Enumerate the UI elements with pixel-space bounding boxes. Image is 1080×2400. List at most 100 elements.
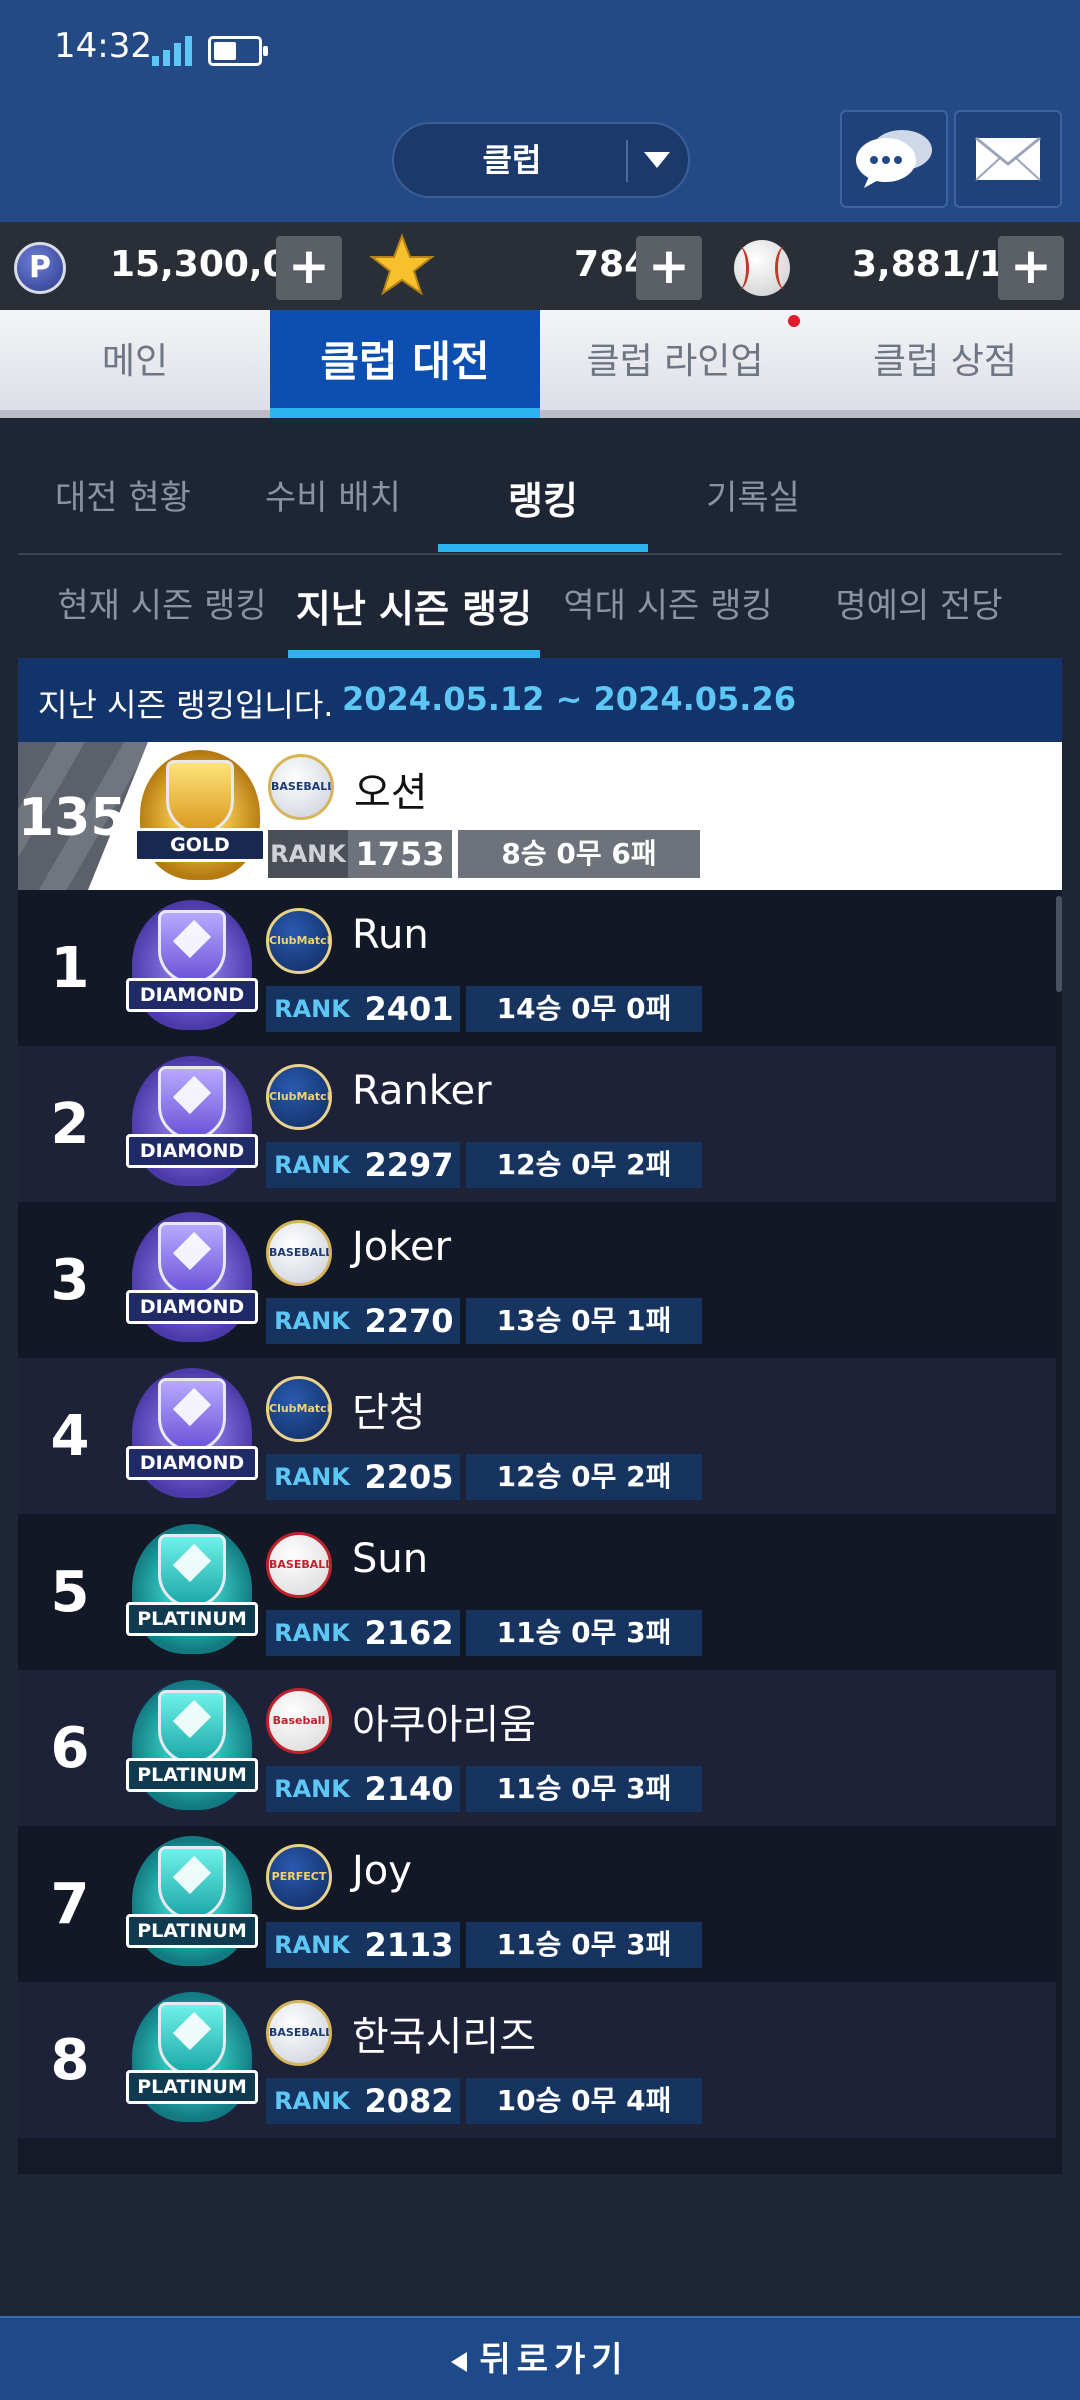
list-scrollbar[interactable] [1056,896,1062,992]
tier-label: DIAMOND [126,1134,258,1168]
platinum-tier-badge-icon: PLATINUM [124,1986,260,2132]
tier-label: DIAMOND [126,1446,258,1480]
win-loss-record: 11승 0무 3패 [466,1766,702,1812]
rank-rating: 2205 [358,1454,460,1500]
club-name: Run [352,912,429,958]
my-club-rank: 135 [18,788,127,848]
tab-club-lineup[interactable]: 클럽 라인업 [540,310,810,410]
row-rank: 7 [50,1872,90,1937]
back-button[interactable]: 뒤로가기 [0,2318,1080,2400]
signal-icon [152,36,192,66]
club-name: 한국시리즈 [352,2014,536,2060]
battery-icon [208,36,268,66]
tab-club-shop[interactable]: 클럽 상점 [810,310,1080,410]
row-rank: 3 [50,1248,90,1313]
club-name: Joy [352,1848,412,1894]
row-rank: 2 [50,1092,90,1157]
tier-label: DIAMOND [126,1290,258,1324]
platinum-tier-badge-icon: PLATINUM [124,1674,260,1820]
my-club-name: 오션 [354,770,428,816]
ranking-row[interactable]: 2 DIAMOND ClubMatch Ranker RANK 2297 12승… [18,1046,1056,1202]
baseball-icon [734,240,790,296]
chat-button[interactable] [840,110,948,208]
subtab-records[interactable]: 기록실 [648,470,858,519]
club-emblem-icon: Baseball Club [266,1688,332,1754]
ranking-row[interactable]: 6 PLATINUM Baseball Club 아쿠아리움 RANK 2140… [18,1670,1056,1826]
ranking-list[interactable]: 1 DIAMOND ClubMatch Run RANK 2401 14승 0무… [18,890,1062,2174]
currency-bar: P 15,300,091 + 784 + 3,881/118 + [0,222,1080,310]
diamond-tier-badge-icon: DIAMOND [124,894,260,1040]
rank-label: RANK [266,1610,358,1656]
ranktab-hall-of-fame[interactable]: 명예의 전당 [808,578,1030,627]
my-club-row[interactable]: 135 GOLD BASEBALL CLUB 오션 RANK 1753 8승 0… [18,742,1062,890]
row-rank: 4 [50,1404,90,1469]
add-stars-button[interactable]: + [636,236,702,300]
rank-rating: 2082 [358,2078,460,2124]
ranking-row[interactable]: 1 DIAMOND ClubMatch Run RANK 2401 14승 0무… [18,890,1056,1046]
club-name: Joker [352,1224,452,1270]
rank-label: RANK [266,1766,358,1812]
rank-label: RANK [266,1298,358,1344]
win-loss-record: 8승 0무 6패 [458,830,700,878]
win-loss-record: 12승 0무 2패 [466,1142,702,1188]
club-emblem-icon: ClubMatch [266,1376,332,1442]
club-dropdown[interactable]: 클럽 [392,122,690,198]
club-name: Sun [352,1536,429,1582]
club-name: Ranker [352,1068,492,1114]
club-emblem-icon: BASEBALL CLUB [266,1220,332,1286]
rank-label: RANK [266,2078,358,2124]
row-rank: 5 [50,1560,90,1625]
chevron-down-icon [644,152,670,168]
ranking-row[interactable]: 5 PLATINUM BASEBALL CLUB Sun RANK 2162 1… [18,1514,1056,1670]
season-notice: 지난 시즌 랭킹입니다. 2024.05.12 ~ 2024.05.26 [18,658,1062,742]
notification-dot [788,315,800,327]
tier-label: GOLD [134,828,266,862]
ranking-row[interactable]: 3 DIAMOND BASEBALL CLUB Joker RANK 2270 … [18,1202,1056,1358]
rank-rating: 2270 [358,1298,460,1344]
ranktab-current[interactable]: 현재 시즌 랭킹 [40,578,284,627]
notice-text: 지난 시즌 랭킹입니다. [38,686,334,724]
ranktab-last[interactable]: 지난 시즌 랭킹 [288,578,540,633]
club-dropdown-label: 클럽 [482,141,542,179]
tier-label: PLATINUM [126,1758,258,1792]
diamond-tier-badge-icon: DIAMOND [124,1362,260,1508]
rank-rating: 2162 [358,1610,460,1656]
subtab-ranking[interactable]: 랭킹 [438,470,648,525]
rank-rating: 2401 [358,986,460,1032]
back-arrow-icon [451,2351,468,2372]
win-loss-record: 10승 0무 4패 [466,2078,702,2124]
tab-main[interactable]: 메인 [0,310,270,410]
mail-button[interactable] [954,110,1062,208]
tier-label: DIAMOND [126,978,258,1012]
club-emblem-icon: ClubMatch [266,1064,332,1130]
tier-label: PLATINUM [126,1914,258,1948]
win-loss-record: 14승 0무 0패 [466,986,702,1032]
ranking-row[interactable]: 7 PLATINUM PERFECT GAME Joy RANK 2113 11… [18,1826,1056,1982]
win-loss-record: 11승 0무 3패 [466,1922,702,1968]
club-emblem-icon: ClubMatch [266,908,332,974]
rank-label: RANK [266,1454,358,1500]
subtab-match-status[interactable]: 대전 현황 [18,470,228,519]
club-emblem-icon: BASEBALL CLUB [266,1532,332,1598]
rank-rating: 1753 [348,830,452,878]
platinum-tier-badge-icon: PLATINUM [124,1518,260,1664]
rank-label: RANK [266,986,358,1032]
subtab-defense[interactable]: 수비 배치 [228,470,438,519]
rank-rating: 2297 [358,1142,460,1188]
win-loss-record: 13승 0무 1패 [466,1298,702,1344]
point-coin-icon: P [14,242,66,294]
divider [626,140,628,182]
subtab-indicator [438,544,648,552]
row-rank: 1 [50,936,90,1001]
add-points-button[interactable]: + [276,236,342,300]
ranking-row[interactable]: 8 PLATINUM BASEBALL CLUB 한국시리즈 RANK 2082… [18,1982,1056,2138]
club-emblem-icon: BASEBALL CLUB [266,2000,332,2066]
diamond-tier-badge-icon: DIAMOND [124,1050,260,1196]
tab-club-match[interactable]: 클럽 대전 [270,310,540,418]
add-balls-button[interactable]: + [998,236,1064,300]
tier-label: PLATINUM [126,2070,258,2104]
ranktab-alltime[interactable]: 역대 시즌 랭킹 [548,578,788,627]
ranktab-indicator [288,650,540,658]
ranking-row[interactable]: 4 DIAMOND ClubMatch 단청 RANK 2205 12승 0무 … [18,1358,1056,1514]
row-rank: 8 [50,2028,90,2093]
